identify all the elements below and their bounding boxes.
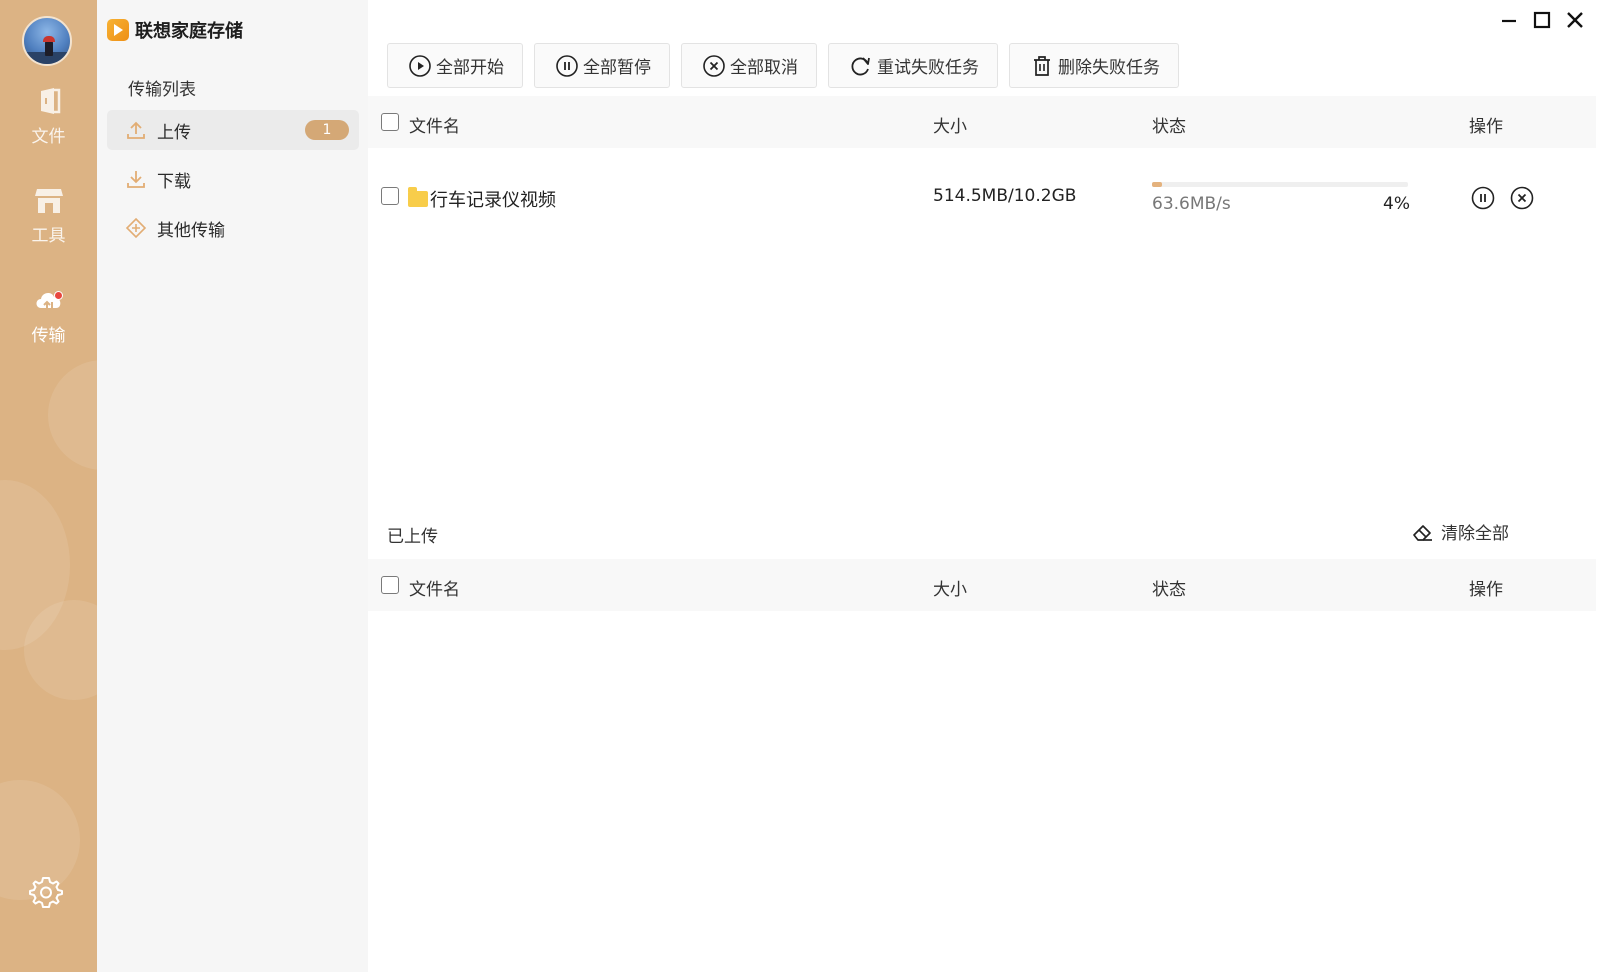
main-panel: 全部开始 全部暂停 全部取消 重试失败任务 删除失败任务 文件名 大小 状态 操… <box>368 0 1600 972</box>
side-panel: 联想家庭存储 传输列表 上传 1 下载 其他传输 <box>97 0 368 972</box>
table-row: 行车记录仪视频 514.5MB/10.2GB 63.6MB/s 4% <box>368 162 1596 232</box>
transfer-list-title: 传输列表 <box>128 80 196 100</box>
nav-item-other-transfer[interactable]: 其他传输 <box>107 208 359 248</box>
clear-all-button[interactable]: 清除全部 <box>1411 519 1509 544</box>
column-header-name: 文件名 <box>409 117 460 137</box>
rail-item-label: 传输 <box>31 326 66 346</box>
button-label: 重试失败任务 <box>877 58 979 78</box>
refresh-icon <box>851 56 870 75</box>
column-header-action: 操作 <box>1469 117 1503 137</box>
pause-all-button[interactable]: 全部暂停 <box>534 43 670 88</box>
delete-failed-button[interactable]: 删除失败任务 <box>1009 43 1179 88</box>
cloud-transfer-icon <box>36 293 60 311</box>
folder-icon <box>408 187 428 207</box>
trash-icon <box>1034 55 1050 76</box>
pause-circle-icon <box>556 54 578 77</box>
rail-item-tools[interactable]: 工具 <box>0 183 97 246</box>
file-size: 514.5MB/10.2GB <box>933 186 1077 206</box>
rail-item-files[interactable]: 文件 <box>0 84 97 147</box>
app-title: 联想家庭存储 <box>135 21 243 42</box>
notification-dot <box>54 291 63 300</box>
nav-item-label: 上传 <box>157 122 191 143</box>
upload-speed: 63.6MB/s <box>1152 194 1231 214</box>
upload-table-header: 文件名 大小 状态 操作 <box>368 96 1596 148</box>
avatar[interactable] <box>22 16 72 66</box>
button-label: 全部取消 <box>730 58 798 78</box>
rail-item-label: 工具 <box>31 226 66 246</box>
nav-item-label: 下载 <box>157 171 191 192</box>
file-icon <box>40 88 60 114</box>
upload-progress-fill <box>1152 182 1163 187</box>
upload-progress-bar <box>1152 182 1408 187</box>
app-logo-icon <box>107 19 129 41</box>
upload-icon <box>127 121 145 139</box>
app-brand: 联想家庭存储 <box>107 18 243 42</box>
button-label: 全部开始 <box>436 58 504 78</box>
close-icon[interactable] <box>1562 8 1588 32</box>
file-name-text: 行车记录仪视频 <box>430 190 556 211</box>
column-header-status: 状态 <box>1152 117 1186 137</box>
button-label: 删除失败任务 <box>1058 58 1160 78</box>
nav-item-download[interactable]: 下载 <box>107 159 359 199</box>
column-header-size: 大小 <box>933 117 967 137</box>
column-header-action: 操作 <box>1469 580 1503 600</box>
store-icon <box>34 189 63 213</box>
toolbar: 全部开始 全部暂停 全部取消 重试失败任务 删除失败任务 <box>387 43 1179 88</box>
select-all-checkbox[interactable] <box>381 576 399 594</box>
button-label: 全部暂停 <box>583 58 651 78</box>
download-icon <box>127 171 145 188</box>
rail-item-transfer[interactable]: 传输 <box>0 283 97 346</box>
other-transfer-icon <box>125 217 147 239</box>
column-header-size: 大小 <box>933 580 967 600</box>
close-circle-icon[interactable] <box>1509 185 1535 211</box>
cancel-all-button[interactable]: 全部取消 <box>681 43 817 88</box>
uploaded-table-header: 文件名 大小 状态 操作 <box>368 559 1596 611</box>
select-all-checkbox[interactable] <box>381 113 399 131</box>
upload-percent: 4% <box>1383 194 1410 214</box>
close-circle-icon <box>703 54 725 77</box>
clear-all-label: 清除全部 <box>1441 524 1509 544</box>
rail-decoration <box>48 360 97 470</box>
retry-failed-button[interactable]: 重试失败任务 <box>828 43 998 88</box>
minimize-icon[interactable] <box>1496 8 1522 32</box>
file-name: 行车记录仪视频 <box>408 186 556 212</box>
gear-icon[interactable] <box>28 874 64 910</box>
rail-item-label: 文件 <box>31 127 66 147</box>
nav-item-upload[interactable]: 上传 1 <box>107 110 359 150</box>
eraser-icon <box>1413 524 1432 541</box>
nav-item-label: 其他传输 <box>157 220 225 241</box>
uploaded-section-title: 已上传 <box>387 527 438 547</box>
left-rail: 文件 工具 传输 <box>0 0 97 972</box>
start-all-button[interactable]: 全部开始 <box>387 43 523 88</box>
row-checkbox[interactable] <box>381 187 399 205</box>
maximize-icon[interactable] <box>1529 8 1555 32</box>
column-header-name: 文件名 <box>409 580 460 600</box>
upload-count-badge: 1 <box>305 120 349 140</box>
pause-circle-icon[interactable] <box>1470 185 1496 211</box>
play-circle-icon <box>409 54 431 77</box>
column-header-status: 状态 <box>1152 580 1186 600</box>
